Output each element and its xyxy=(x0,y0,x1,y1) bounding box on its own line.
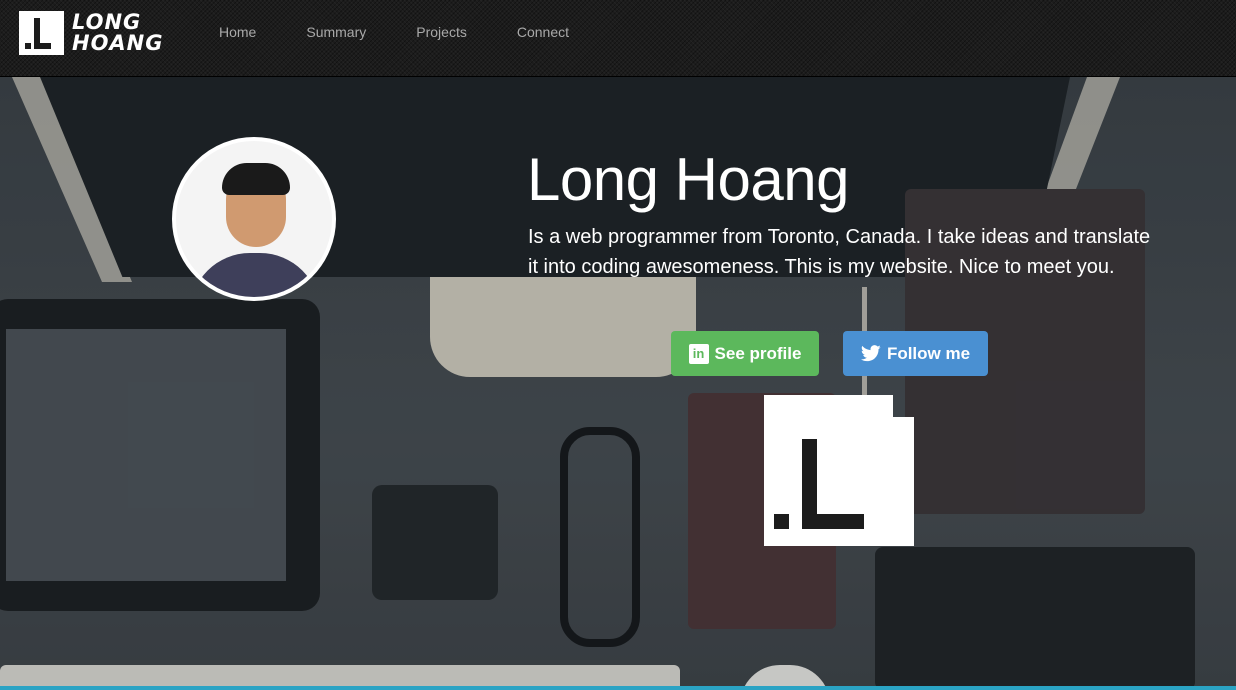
see-profile-button[interactable]: in See profile xyxy=(671,331,819,376)
linkedin-icon: in xyxy=(688,343,709,364)
hero-section: Long Hoang Is a web programmer from Toro… xyxy=(0,77,1236,690)
brand-name-line1: LONG xyxy=(72,10,142,34)
see-profile-label: See profile xyxy=(714,343,802,363)
bottom-accent-bar xyxy=(0,686,1236,690)
hero-description: Is a web programmer from Toronto, Canada… xyxy=(528,226,1151,278)
hero-title: Long Hoang xyxy=(527,146,849,213)
main-nav: Home Summary Projects Connect xyxy=(219,24,619,40)
brand-logo-link[interactable]: LONG HOANG xyxy=(19,11,164,55)
center-logo-icon xyxy=(764,395,914,546)
nav-summary[interactable]: Summary xyxy=(306,24,366,40)
brand-name-line2: HOANG xyxy=(72,31,164,55)
nav-projects[interactable]: Projects xyxy=(416,24,467,40)
brand-name: LONG HOANG xyxy=(72,12,164,54)
nav-home[interactable]: Home xyxy=(219,24,256,40)
nav-connect[interactable]: Connect xyxy=(517,24,569,40)
follow-me-button[interactable]: Follow me xyxy=(843,331,988,376)
follow-me-label: Follow me xyxy=(886,343,971,363)
avatar xyxy=(172,137,336,301)
brand-mark-icon xyxy=(19,11,64,55)
twitter-icon xyxy=(860,344,881,364)
navbar: LONG HOANG Home Summary Projects Connect xyxy=(0,0,1236,77)
